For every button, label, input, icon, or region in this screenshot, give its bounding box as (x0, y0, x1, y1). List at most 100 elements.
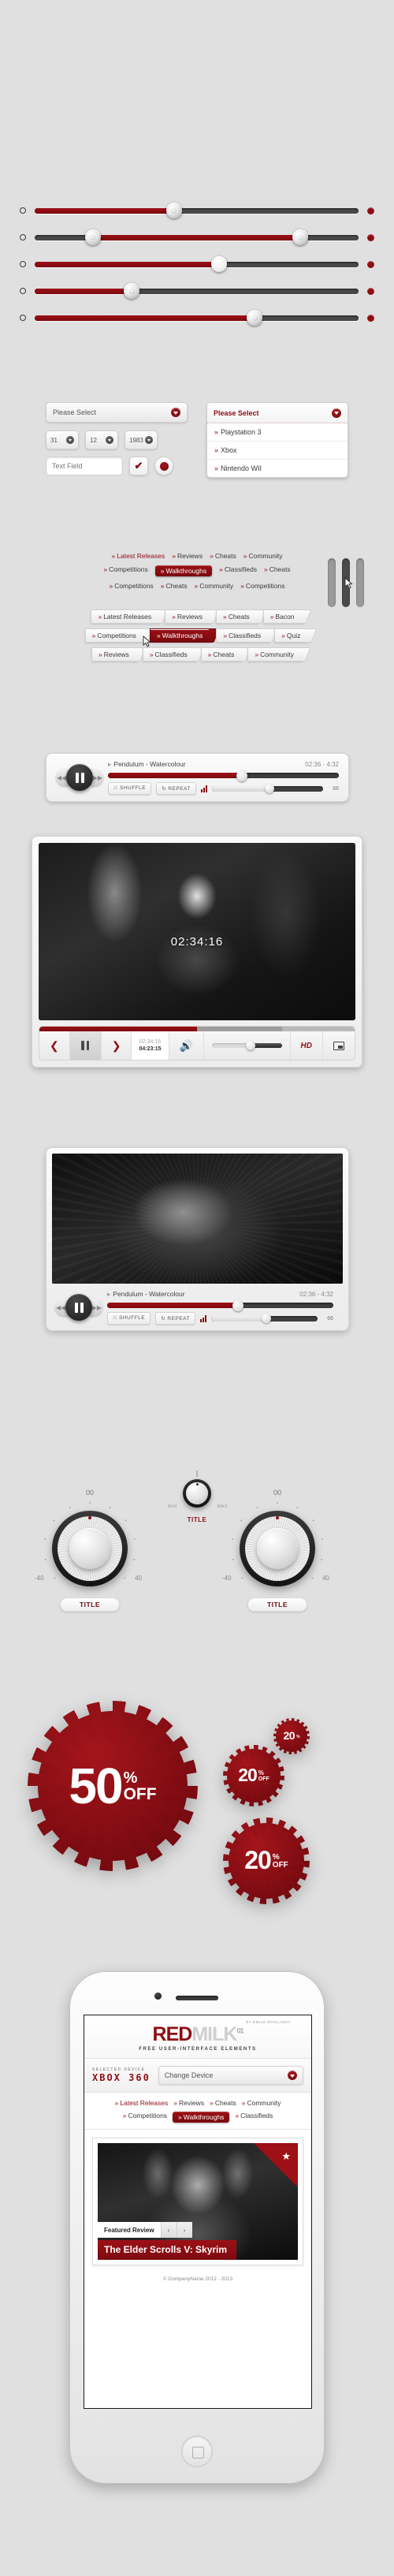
video-volume-knob[interactable] (245, 1041, 255, 1050)
nav-link-cheats[interactable]: » Cheats (161, 582, 188, 590)
nav-link-competitions[interactable]: » Competitions (109, 582, 153, 590)
video-pause-button[interactable] (69, 1031, 102, 1060)
change-device-select[interactable]: Change Device (158, 2066, 303, 2085)
phone-nav-walkthroughs-selected[interactable]: » Walkthroughs (173, 2112, 230, 2123)
year-select[interactable]: 1983 (125, 431, 158, 449)
featured-title[interactable]: The Elder Scrolls V: Skyrim (98, 2240, 237, 2260)
chevron-down-icon[interactable] (66, 436, 74, 444)
slider-track-range[interactable] (35, 229, 359, 245)
fullscreen-button[interactable] (323, 1031, 355, 1060)
shuffle-button[interactable]: ⤫ SHUFFLE (108, 782, 152, 795)
audio-progress-bar-2[interactable] (107, 1299, 333, 1311)
phone-nav-reviews[interactable]: » Reviews (173, 2099, 204, 2107)
video-screen-2[interactable] (52, 1154, 343, 1284)
featured-next-button[interactable]: › (176, 2222, 192, 2238)
breadcrumb-reviews[interactable]: » Reviews (165, 610, 212, 624)
breadcrumb-latest-releases[interactable]: » Latest Releases (91, 610, 161, 624)
slider-row[interactable] (0, 278, 394, 304)
slider-knob[interactable] (165, 203, 182, 218)
breadcrumb-cheats[interactable]: » Cheats (200, 647, 243, 662)
play-pause-button[interactable] (65, 1294, 92, 1321)
select-dropdown-open[interactable]: Please Select (206, 402, 348, 423)
audio-progress-bar[interactable] (108, 770, 339, 781)
repeat-button[interactable]: ↻ REPEAT (156, 782, 196, 795)
audio-volume-knob[interactable] (265, 784, 275, 793)
slider-row[interactable] (0, 224, 394, 251)
phone-nav-community[interactable]: » Community (242, 2099, 281, 2107)
checkbox[interactable]: ✔ (129, 457, 148, 475)
breadcrumb-bacon[interactable]: » Bacon (262, 610, 303, 624)
slider-track[interactable] (35, 283, 359, 299)
phone-nav-cheats[interactable]: » Cheats (210, 2099, 236, 2107)
dropdown-item[interactable]: » Nintendo WII (207, 460, 348, 477)
audio-volume-slider-2[interactable] (210, 1314, 318, 1323)
breadcrumb-community[interactable]: » Community (247, 647, 303, 662)
audio-progress-knob[interactable] (232, 1299, 244, 1311)
video-volume-slider[interactable] (211, 1041, 282, 1050)
text-field[interactable]: Text Field (46, 457, 123, 475)
audio-progress-knob[interactable] (236, 770, 247, 781)
badge-50-off[interactable]: 50 % OFF (38, 1711, 188, 1861)
site-logo[interactable]: REDMILK01 (84, 2025, 311, 2045)
audio-volume-knob[interactable] (262, 1314, 272, 1323)
video-screen[interactable]: 02:34:16 (39, 843, 355, 1020)
nav-link-classifieds[interactable]: » Classifieds (219, 565, 257, 576)
phone-nav-competitions[interactable]: » Competitions (123, 2112, 167, 2123)
video-mute-button[interactable]: 🔊 (169, 1031, 204, 1060)
badge-20-off-large[interactable]: 20 % OFF (229, 1823, 304, 1899)
featured-prev-button[interactable]: ‹ (160, 2222, 177, 2238)
video-previous-button[interactable]: ❮ (39, 1031, 70, 1060)
radio-button[interactable] (154, 457, 173, 475)
nav-link-cheats[interactable]: » Cheats (264, 565, 291, 576)
breadcrumb-competitions[interactable]: » Competitions (84, 628, 145, 643)
slider-track[interactable] (35, 310, 359, 326)
home-button[interactable] (181, 2436, 213, 2467)
breadcrumb-classifieds[interactable]: » Classifieds (216, 628, 270, 643)
breadcrumb-quiz[interactable]: » Quiz (274, 628, 310, 643)
nav-link-cheats[interactable]: » Cheats (210, 552, 236, 560)
month-select[interactable]: 12 (85, 431, 118, 449)
nav-link-competitions[interactable]: » Competitions (240, 582, 284, 590)
chevron-down-icon[interactable] (171, 408, 180, 417)
hd-toggle-button[interactable]: HD (291, 1031, 323, 1060)
knob-center[interactable]: MIN MAX TITLE (168, 1471, 227, 1523)
select-dropdown[interactable]: Please Select (46, 402, 188, 423)
dropdown-item[interactable]: » Xbox (207, 442, 348, 460)
slider-knob-low[interactable] (84, 229, 101, 245)
slider-track[interactable] (35, 256, 359, 272)
knob-left[interactable]: 00 -40 40 TITLE (35, 1489, 142, 1612)
phone-nav-latest-releases[interactable]: » Latest Releases (115, 2099, 169, 2107)
breadcrumb-walkthroughs-selected[interactable]: » Walkthroughs (149, 628, 212, 643)
video-progress-bar[interactable] (39, 1027, 355, 1031)
vertical-slider-track[interactable] (328, 558, 336, 607)
dropdown-item[interactable]: » Playstation 3 (207, 423, 348, 442)
slider-knob-high[interactable] (292, 229, 309, 245)
day-select[interactable]: 31 (46, 431, 79, 449)
nav-link-community[interactable]: » Community (243, 552, 283, 560)
audio-volume-slider[interactable] (211, 784, 323, 793)
slider-knob[interactable] (124, 283, 140, 299)
featured-image[interactable]: ★ Featured Review ‹ › The Elder Scrolls … (98, 2143, 298, 2260)
breadcrumb-cheats[interactable]: » Cheats (216, 610, 258, 624)
knob-right[interactable]: 00 -40 40 TITLE (222, 1489, 329, 1612)
badge-20-small[interactable]: 20 % (276, 1720, 307, 1752)
phone-nav-classifieds[interactable]: » Classifieds (235, 2112, 273, 2123)
badge-20-off-medium[interactable]: 20 % OFF (227, 1749, 281, 1802)
play-pause-button[interactable] (66, 764, 93, 791)
nav-link-reviews[interactable]: » Reviews (172, 552, 203, 560)
chevron-down-icon[interactable] (332, 408, 341, 418)
shuffle-button[interactable]: ⤫ SHUFFLE (107, 1312, 151, 1325)
nav-link-walkthroughs-selected[interactable]: » Walkthroughs (154, 565, 213, 576)
chevron-down-icon[interactable] (145, 436, 153, 444)
slider-knob[interactable] (247, 310, 263, 326)
chevron-down-icon[interactable] (288, 2071, 297, 2080)
chevron-down-icon[interactable] (106, 436, 113, 444)
slider-row[interactable] (0, 197, 394, 224)
repeat-button[interactable]: ↻ REPEAT (155, 1312, 195, 1325)
vertical-slider-track[interactable] (356, 558, 364, 607)
slider-row[interactable] (0, 251, 394, 278)
breadcrumb-reviews[interactable]: » Reviews (91, 647, 138, 662)
nav-link-community[interactable]: » Community (194, 582, 233, 590)
vertical-slider-track-active[interactable] (342, 558, 350, 607)
nav-link-latest-releases[interactable]: » Latest Releases (112, 552, 165, 560)
